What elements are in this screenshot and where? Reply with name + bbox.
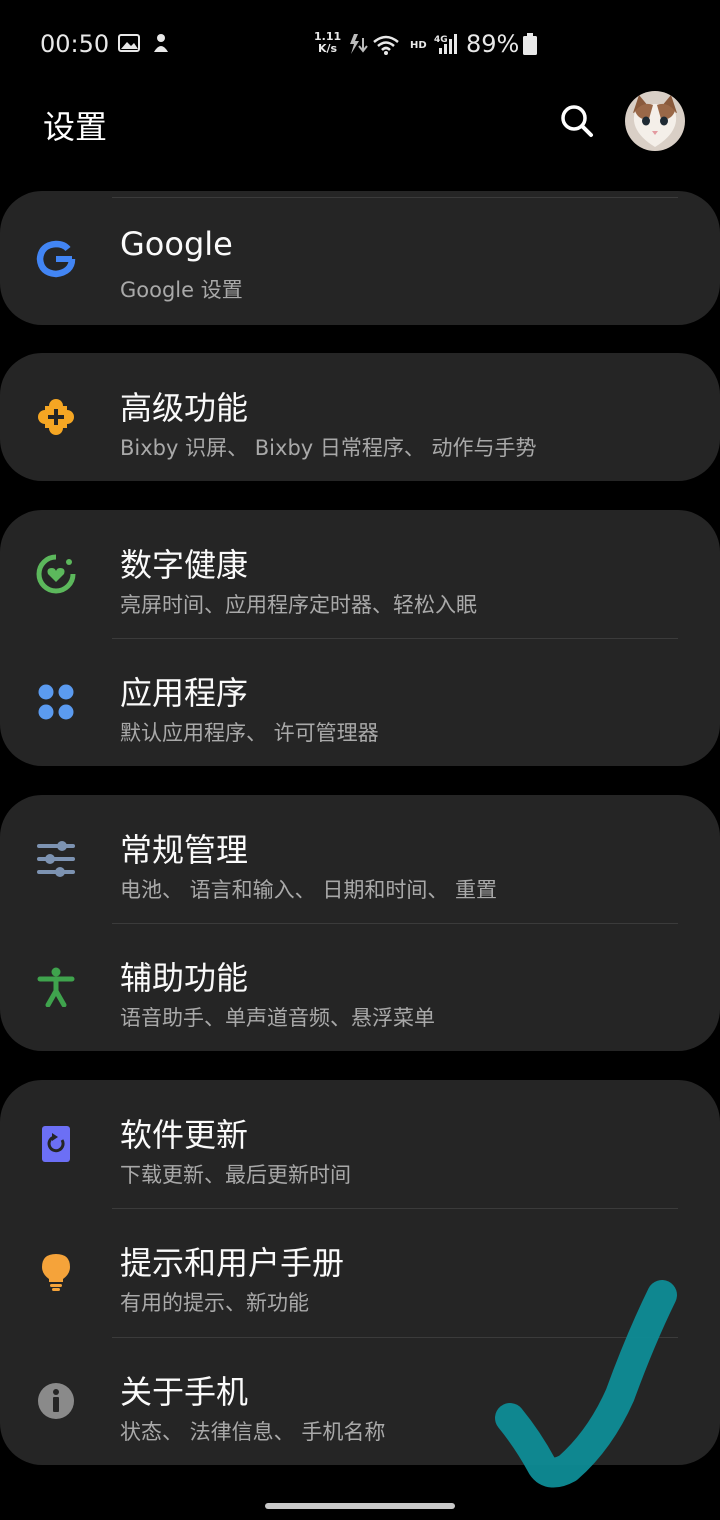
settings-item-subtitle: 语音助手、单声道音频、悬浮菜单: [120, 1006, 435, 1030]
sliders-icon: [37, 841, 75, 877]
app-notification-icon: [154, 34, 168, 52]
apps-icon: [38, 684, 74, 720]
wifi-icon: [373, 35, 399, 55]
status-icons: HD 4G: [350, 34, 457, 55]
accessibility-icon: [37, 967, 75, 1007]
settings-card-general-accessibility: 常规管理 电池、 语言和输入、 日期和时间、 重置 辅助功能 语音助手、单声道音…: [0, 795, 720, 1051]
settings-item-tips[interactable]: 提示和用户手册 有用的提示、新功能: [0, 1208, 720, 1336]
info-icon: [38, 1383, 74, 1419]
settings-card-update-tips-about: 软件更新 下载更新、最后更新时间 提示和用户手册 有用的提示、新功能 关于手机 …: [0, 1080, 720, 1465]
advanced-features-icon: [38, 399, 74, 435]
digital-wellbeing-icon: [36, 554, 76, 594]
gallery-notification-icon: [118, 34, 140, 52]
status-bar: 00:50 1.11 K/s HD 4G 89%: [0, 0, 720, 90]
gesture-nav-bar[interactable]: [265, 1503, 455, 1509]
settings-item-digital-wellbeing[interactable]: 数字健康 亮屏时间、应用程序定时器、轻松入眠: [0, 510, 720, 638]
settings-item-subtitle: Google 设置: [120, 278, 243, 302]
settings-item-title: 关于手机: [120, 1373, 249, 1411]
lightbulb-icon: [42, 1254, 70, 1291]
status-time: 00:50: [40, 30, 110, 58]
settings-item-accessibility[interactable]: 辅助功能 语音助手、单声道音频、悬浮菜单: [0, 923, 720, 1051]
settings-item-title: 数字健康: [120, 546, 249, 584]
settings-item-subtitle: Bixby 识屏、 Bixby 日常程序、 动作与手势: [120, 436, 537, 460]
settings-card-wellbeing-apps: 数字健康 亮屏时间、应用程序定时器、轻松入眠 应用程序 默认应用程序、 许可管理…: [0, 510, 720, 766]
network-speed: 1.11 K/s: [314, 31, 341, 55]
settings-item-title: Google: [120, 225, 233, 263]
settings-item-advanced-features[interactable]: 高级功能 Bixby 识屏、 Bixby 日常程序、 动作与手势: [0, 353, 720, 481]
settings-header: 设置: [0, 90, 720, 170]
settings-item-subtitle: 电池、 语言和输入、 日期和时间、 重置: [120, 878, 498, 902]
network-speed-unit: K/s: [318, 42, 338, 55]
search-button[interactable]: [556, 100, 598, 142]
profile-avatar[interactable]: [625, 91, 685, 151]
settings-card-google: Google Google 设置: [0, 191, 720, 325]
settings-item-title: 高级功能: [120, 389, 249, 427]
battery-icon: [523, 33, 537, 55]
settings-item-subtitle: 亮屏时间、应用程序定时器、轻松入眠: [120, 593, 477, 617]
network-type-label: 4G: [434, 35, 448, 45]
data-transfer-icon: [350, 34, 368, 54]
software-update-icon: [42, 1126, 70, 1162]
settings-item-title: 常规管理: [120, 831, 249, 869]
settings-card-advanced: 高级功能 Bixby 识屏、 Bixby 日常程序、 动作与手势: [0, 353, 720, 481]
settings-item-title: 软件更新: [120, 1116, 249, 1154]
settings-item-general-management[interactable]: 常规管理 电池、 语言和输入、 日期和时间、 重置: [0, 795, 720, 923]
hd-label: HD: [410, 40, 427, 51]
settings-item-about-phone[interactable]: 关于手机 状态、 法律信息、 手机名称: [0, 1337, 720, 1465]
settings-item-software-update[interactable]: 软件更新 下载更新、最后更新时间: [0, 1080, 720, 1208]
battery-percent: 89%: [466, 30, 520, 58]
settings-item-subtitle: 默认应用程序、 许可管理器: [120, 721, 379, 745]
settings-item-title: 应用程序: [120, 674, 249, 712]
settings-item-apps[interactable]: 应用程序 默认应用程序、 许可管理器: [0, 638, 720, 766]
settings-item-title: 提示和用户手册: [120, 1244, 345, 1282]
settings-item-title: 辅助功能: [120, 959, 249, 997]
page-title: 设置: [43, 108, 108, 146]
google-icon: [36, 240, 76, 278]
cat-avatar-icon: [625, 91, 685, 151]
settings-item-subtitle: 下载更新、最后更新时间: [120, 1163, 351, 1187]
settings-item-google[interactable]: Google Google 设置: [0, 195, 720, 323]
settings-item-subtitle: 有用的提示、新功能: [120, 1291, 309, 1315]
search-icon: [561, 105, 593, 137]
settings-item-subtitle: 状态、 法律信息、 手机名称: [120, 1420, 386, 1444]
